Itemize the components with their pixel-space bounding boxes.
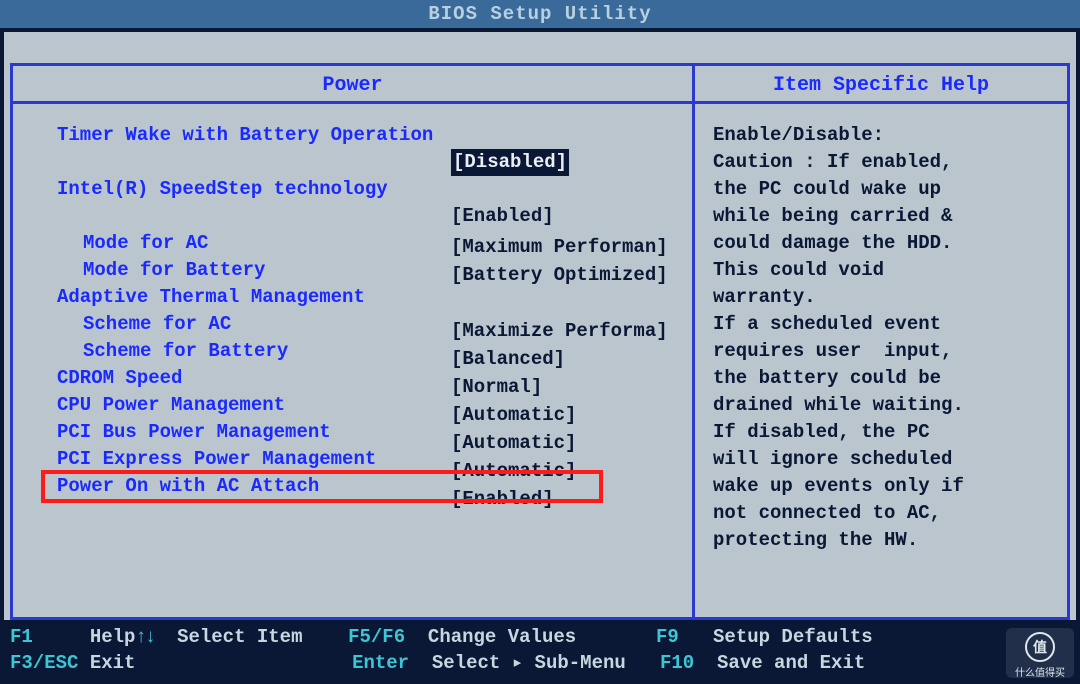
label-exit: Exit bbox=[90, 652, 136, 674]
setting-label: CDROM Speed bbox=[21, 365, 182, 392]
key-f5f6: F5/F6 bbox=[348, 626, 405, 648]
setting-label: Mode for AC bbox=[21, 230, 208, 257]
setting-value[interactable]: [Enabled] bbox=[451, 203, 554, 230]
setting-value-row[interactable]: [Enabled] bbox=[21, 203, 684, 230]
key-f10: F10 bbox=[660, 652, 694, 674]
label-help: Help bbox=[90, 626, 136, 648]
title-bar: BIOS Setup Utility bbox=[0, 0, 1080, 28]
setting-label: PCI Bus Power Management bbox=[21, 419, 331, 446]
label-save-exit: Save and Exit bbox=[717, 652, 865, 674]
watermark: 值 什么值得买 bbox=[1006, 628, 1074, 678]
setting-row[interactable]: Power On with AC Attach[Enabled] bbox=[21, 473, 684, 500]
settings-pane-header: Power bbox=[13, 66, 692, 104]
setting-row[interactable]: Intel(R) SpeedStep technology bbox=[21, 176, 684, 203]
setting-label: Timer Wake with Battery Operation bbox=[21, 122, 433, 149]
help-text: Enable/Disable: Caution : If enabled, th… bbox=[695, 104, 1067, 562]
setting-row[interactable]: CPU Power Management[Automatic] bbox=[21, 392, 684, 419]
setting-row[interactable]: Mode for AC[Maximum Performan] bbox=[21, 230, 684, 257]
setting-label: Scheme for Battery bbox=[21, 338, 288, 365]
setting-row[interactable]: Timer Wake with Battery Operation bbox=[21, 122, 684, 149]
key-f9: F9 bbox=[656, 626, 679, 648]
setting-row[interactable]: Scheme for Battery[Balanced] bbox=[21, 338, 684, 365]
label-select-item: Select Item bbox=[177, 626, 302, 648]
setting-label: PCI Express Power Management bbox=[21, 446, 376, 473]
key-enter: Enter bbox=[352, 652, 409, 674]
setting-row[interactable]: Scheme for AC[Maximize Performa] bbox=[21, 311, 684, 338]
watermark-icon: 值 bbox=[1025, 632, 1055, 662]
setting-label: Mode for Battery bbox=[21, 257, 265, 284]
key-f3esc: F3/ESC bbox=[10, 652, 78, 674]
help-pane: Item Specific Help Enable/Disable: Cauti… bbox=[695, 63, 1070, 620]
main-frame: Power Timer Wake with Battery Operation [… bbox=[0, 63, 1080, 620]
setting-row[interactable]: CDROM Speed[Normal] bbox=[21, 365, 684, 392]
setting-value[interactable]: [Disabled] bbox=[451, 149, 569, 176]
setting-value[interactable]: [Battery Optimized] bbox=[451, 262, 668, 289]
help-pane-header: Item Specific Help bbox=[695, 66, 1067, 104]
frame-top-spacer bbox=[0, 28, 1080, 63]
setting-row[interactable]: PCI Express Power Management[Automatic] bbox=[21, 446, 684, 473]
settings-list[interactable]: Timer Wake with Battery Operation [Disabl… bbox=[13, 104, 692, 617]
setting-label: CPU Power Management bbox=[21, 392, 285, 419]
label-change-values: Change Values bbox=[428, 626, 576, 648]
key-arrows: ↑↓ bbox=[135, 626, 154, 648]
footer-keys: F1 Help↑↓ Select Item F5/F6 Change Value… bbox=[0, 620, 1080, 680]
setting-label: Scheme for AC bbox=[21, 311, 231, 338]
setting-label: Intel(R) SpeedStep technology bbox=[21, 176, 388, 203]
label-setup-defaults: Setup Defaults bbox=[713, 626, 873, 648]
setting-value-row[interactable]: [Disabled] bbox=[21, 149, 684, 176]
label-select-submenu: Select ▸ Sub-Menu bbox=[432, 652, 626, 674]
setting-label: Power On with AC Attach bbox=[21, 473, 319, 500]
app-title: BIOS Setup Utility bbox=[428, 3, 651, 25]
key-f1: F1 bbox=[10, 626, 33, 648]
settings-pane: Power Timer Wake with Battery Operation [… bbox=[10, 63, 695, 620]
help-pane-title: Item Specific Help bbox=[773, 74, 989, 97]
setting-row[interactable]: PCI Bus Power Management[Automatic] bbox=[21, 419, 684, 446]
setting-row[interactable]: Mode for Battery[Battery Optimized] bbox=[21, 257, 684, 284]
settings-pane-title: Power bbox=[322, 74, 382, 97]
setting-value[interactable]: [Enabled] bbox=[451, 486, 554, 513]
watermark-text: 什么值得买 bbox=[1015, 668, 1065, 679]
setting-label: Adaptive Thermal Management bbox=[21, 284, 365, 311]
